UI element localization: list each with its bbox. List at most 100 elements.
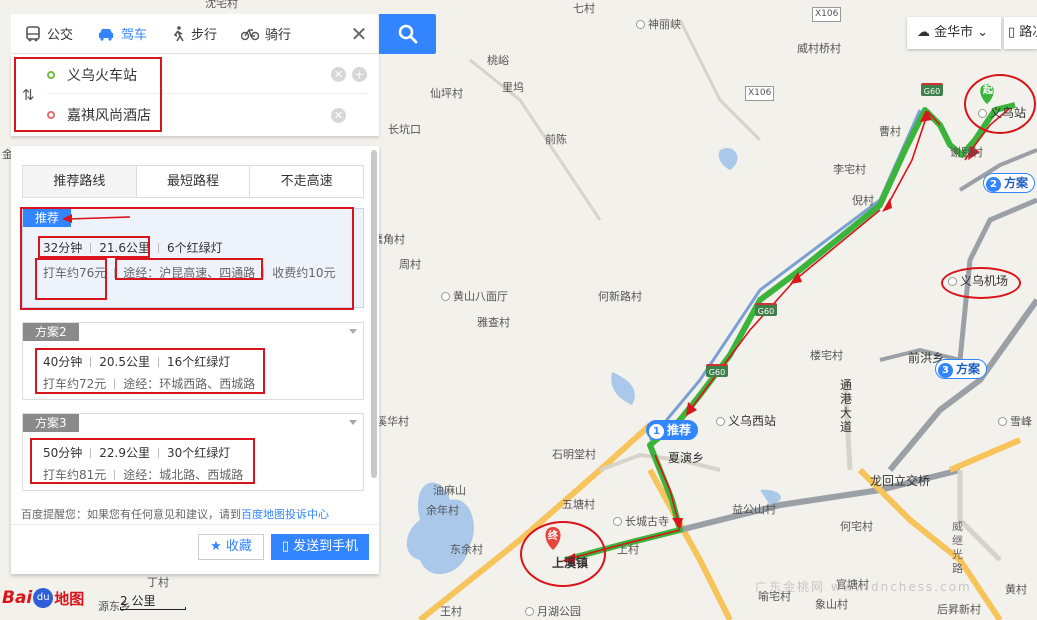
add-waypoint-icon[interactable]: + — [352, 67, 367, 82]
map-plan-flag-2[interactable]: 2 方案 — [983, 173, 1036, 193]
map-label: 何宅村 — [840, 520, 873, 533]
panel-actions: ★ 收藏 ▯ 发送到手机 — [11, 524, 379, 574]
logo-map-text: 地图 — [54, 589, 85, 608]
map-label-text: 长城古寺 — [625, 515, 669, 528]
car-icon — [99, 28, 114, 41]
complaint-link[interactable]: 百度地图投诉中心 — [241, 508, 329, 520]
tab-walk[interactable]: 步行 — [157, 14, 227, 54]
search-icon — [398, 24, 417, 44]
tab-no-highway[interactable]: 不走高速 — [250, 166, 364, 197]
map-label: 谢别村 — [950, 146, 983, 159]
scale-label: 2 公里 — [120, 594, 156, 608]
annotation-box-plan1-taxi — [35, 258, 107, 300]
map-label: 前陈 — [545, 133, 567, 146]
station-icon — [716, 417, 725, 426]
plan-tag: 方案3 — [23, 414, 79, 432]
map-label: 雪峰 — [998, 415, 1032, 428]
map-label: 何新路村 — [598, 290, 642, 303]
map-label: 上村 — [617, 543, 639, 556]
map-label: 余年村 — [426, 504, 459, 517]
road-yellow — [857, 467, 1003, 620]
annotation-arrow-tag — [62, 214, 131, 223]
annotation-box-plan2 — [35, 348, 265, 394]
map-label: 丁村 — [147, 576, 169, 589]
chevron-down-icon: ⌄ — [977, 25, 989, 40]
close-icon[interactable]: ✕ — [349, 24, 369, 44]
plan-flag-number: 1 — [649, 424, 664, 439]
poi-icon — [636, 20, 645, 29]
bike-icon — [241, 28, 260, 40]
highway-shield: G60 — [921, 83, 943, 96]
city-selector[interactable]: ☁ 金华市 ⌄ — [907, 17, 1001, 49]
poi-icon — [525, 607, 534, 616]
annotation-box-inputs — [14, 57, 162, 132]
map-label: 倪村 — [852, 194, 874, 207]
annotation-circle-end — [520, 521, 606, 587]
feedback-tip: 百度提醒您：如果您有任何意见和建议，请到百度地图投诉中心 — [21, 506, 361, 520]
pond-shape — [611, 372, 635, 405]
map-label: 神丽峡 — [636, 18, 681, 31]
map-label: 长坑口 — [388, 123, 421, 136]
tab-label: 驾车 — [121, 28, 148, 43]
tab-label: 骑行 — [265, 28, 292, 43]
panel-scrollbar[interactable] — [371, 150, 377, 478]
plan-tag: 方案2 — [23, 323, 79, 341]
plan-flag-number: 3 — [938, 363, 953, 378]
send-to-phone-button[interactable]: ▯ 发送到手机 — [271, 534, 369, 560]
favorite-label: 收藏 — [225, 539, 252, 554]
map-label: 里坞 — [502, 81, 524, 94]
map-label: 益公山村 — [732, 503, 776, 516]
map-label: 黄村 — [1005, 583, 1027, 596]
map-scale: 2 公里 — [120, 592, 186, 610]
map-label: 通港大道 — [840, 378, 853, 434]
map-plan-flag-1[interactable]: 1 推荐 — [646, 420, 699, 440]
tab-bike[interactable]: 骑行 — [227, 14, 301, 54]
map-label: 黄山八面厅 — [441, 290, 508, 303]
map-label: 夏演乡 — [668, 451, 705, 465]
highway-shield: G60 — [706, 364, 728, 377]
map-label: 威继光路 — [952, 520, 963, 575]
tab-bus[interactable]: 公交 — [11, 14, 83, 54]
favorite-button[interactable]: ★ 收藏 — [198, 534, 264, 560]
tab-recommended[interactable]: 推荐路线 — [23, 166, 137, 197]
tab-label: 步行 — [191, 28, 218, 43]
search-button[interactable] — [379, 14, 436, 54]
map-label-text: 神丽峡 — [648, 18, 681, 31]
tab-drive[interactable]: 驾车 — [83, 14, 157, 54]
map-label: 象山村 — [815, 598, 848, 611]
city-label: 金华市 — [934, 25, 974, 40]
map-label: 月湖公园 — [525, 605, 581, 618]
walk-icon — [173, 25, 184, 41]
map-label-text: 义乌机场 — [960, 274, 1009, 288]
map-label: 龙回立交桥 — [870, 474, 931, 488]
watermark: 广东金桃网 www.dnchess.com — [755, 580, 972, 594]
map-label: 周村 — [399, 258, 421, 271]
road-minor — [957, 470, 1002, 562]
tab-shortest[interactable]: 最短路程 — [136, 166, 251, 197]
map-label: 义乌西站 — [716, 415, 776, 428]
plan-flag-number: 2 — [986, 177, 1001, 192]
map-label: 五塘村 — [562, 498, 595, 511]
map-label: 威村桥村 — [797, 42, 841, 55]
map-label: 前洪乡 — [908, 351, 945, 365]
chevron-down-icon[interactable] — [349, 420, 357, 425]
traffic-button[interactable]: ▯ 路况 — [1004, 17, 1037, 49]
bus-icon — [26, 25, 40, 41]
map-label-text: 雪峰 — [1010, 415, 1032, 428]
travel-mode-bar: 公交 驾车 步行 骑行 ✕ — [11, 14, 377, 54]
map-label: 曹村 — [879, 125, 901, 138]
map-label-text: 义乌西站 — [728, 414, 777, 428]
baidu-logo[interactable]: Bai du 地图 — [2, 584, 84, 612]
map-label-text: 月湖公园 — [537, 605, 581, 618]
scale-bar — [120, 607, 186, 610]
map-label: 雅查村 — [477, 316, 510, 329]
chevron-down-icon[interactable] — [349, 329, 357, 334]
map-label: 仙坪村 — [430, 87, 463, 100]
highway-line — [648, 109, 922, 441]
map-label: 油麻山 — [433, 484, 466, 497]
map-label-text: 黄山八面厅 — [453, 290, 508, 303]
clear-icon[interactable]: ✕ — [331, 67, 346, 82]
map-label: 七村 — [573, 2, 595, 15]
clear-icon[interactable]: ✕ — [331, 107, 346, 123]
map-label-text: 义乌站 — [990, 106, 1027, 120]
